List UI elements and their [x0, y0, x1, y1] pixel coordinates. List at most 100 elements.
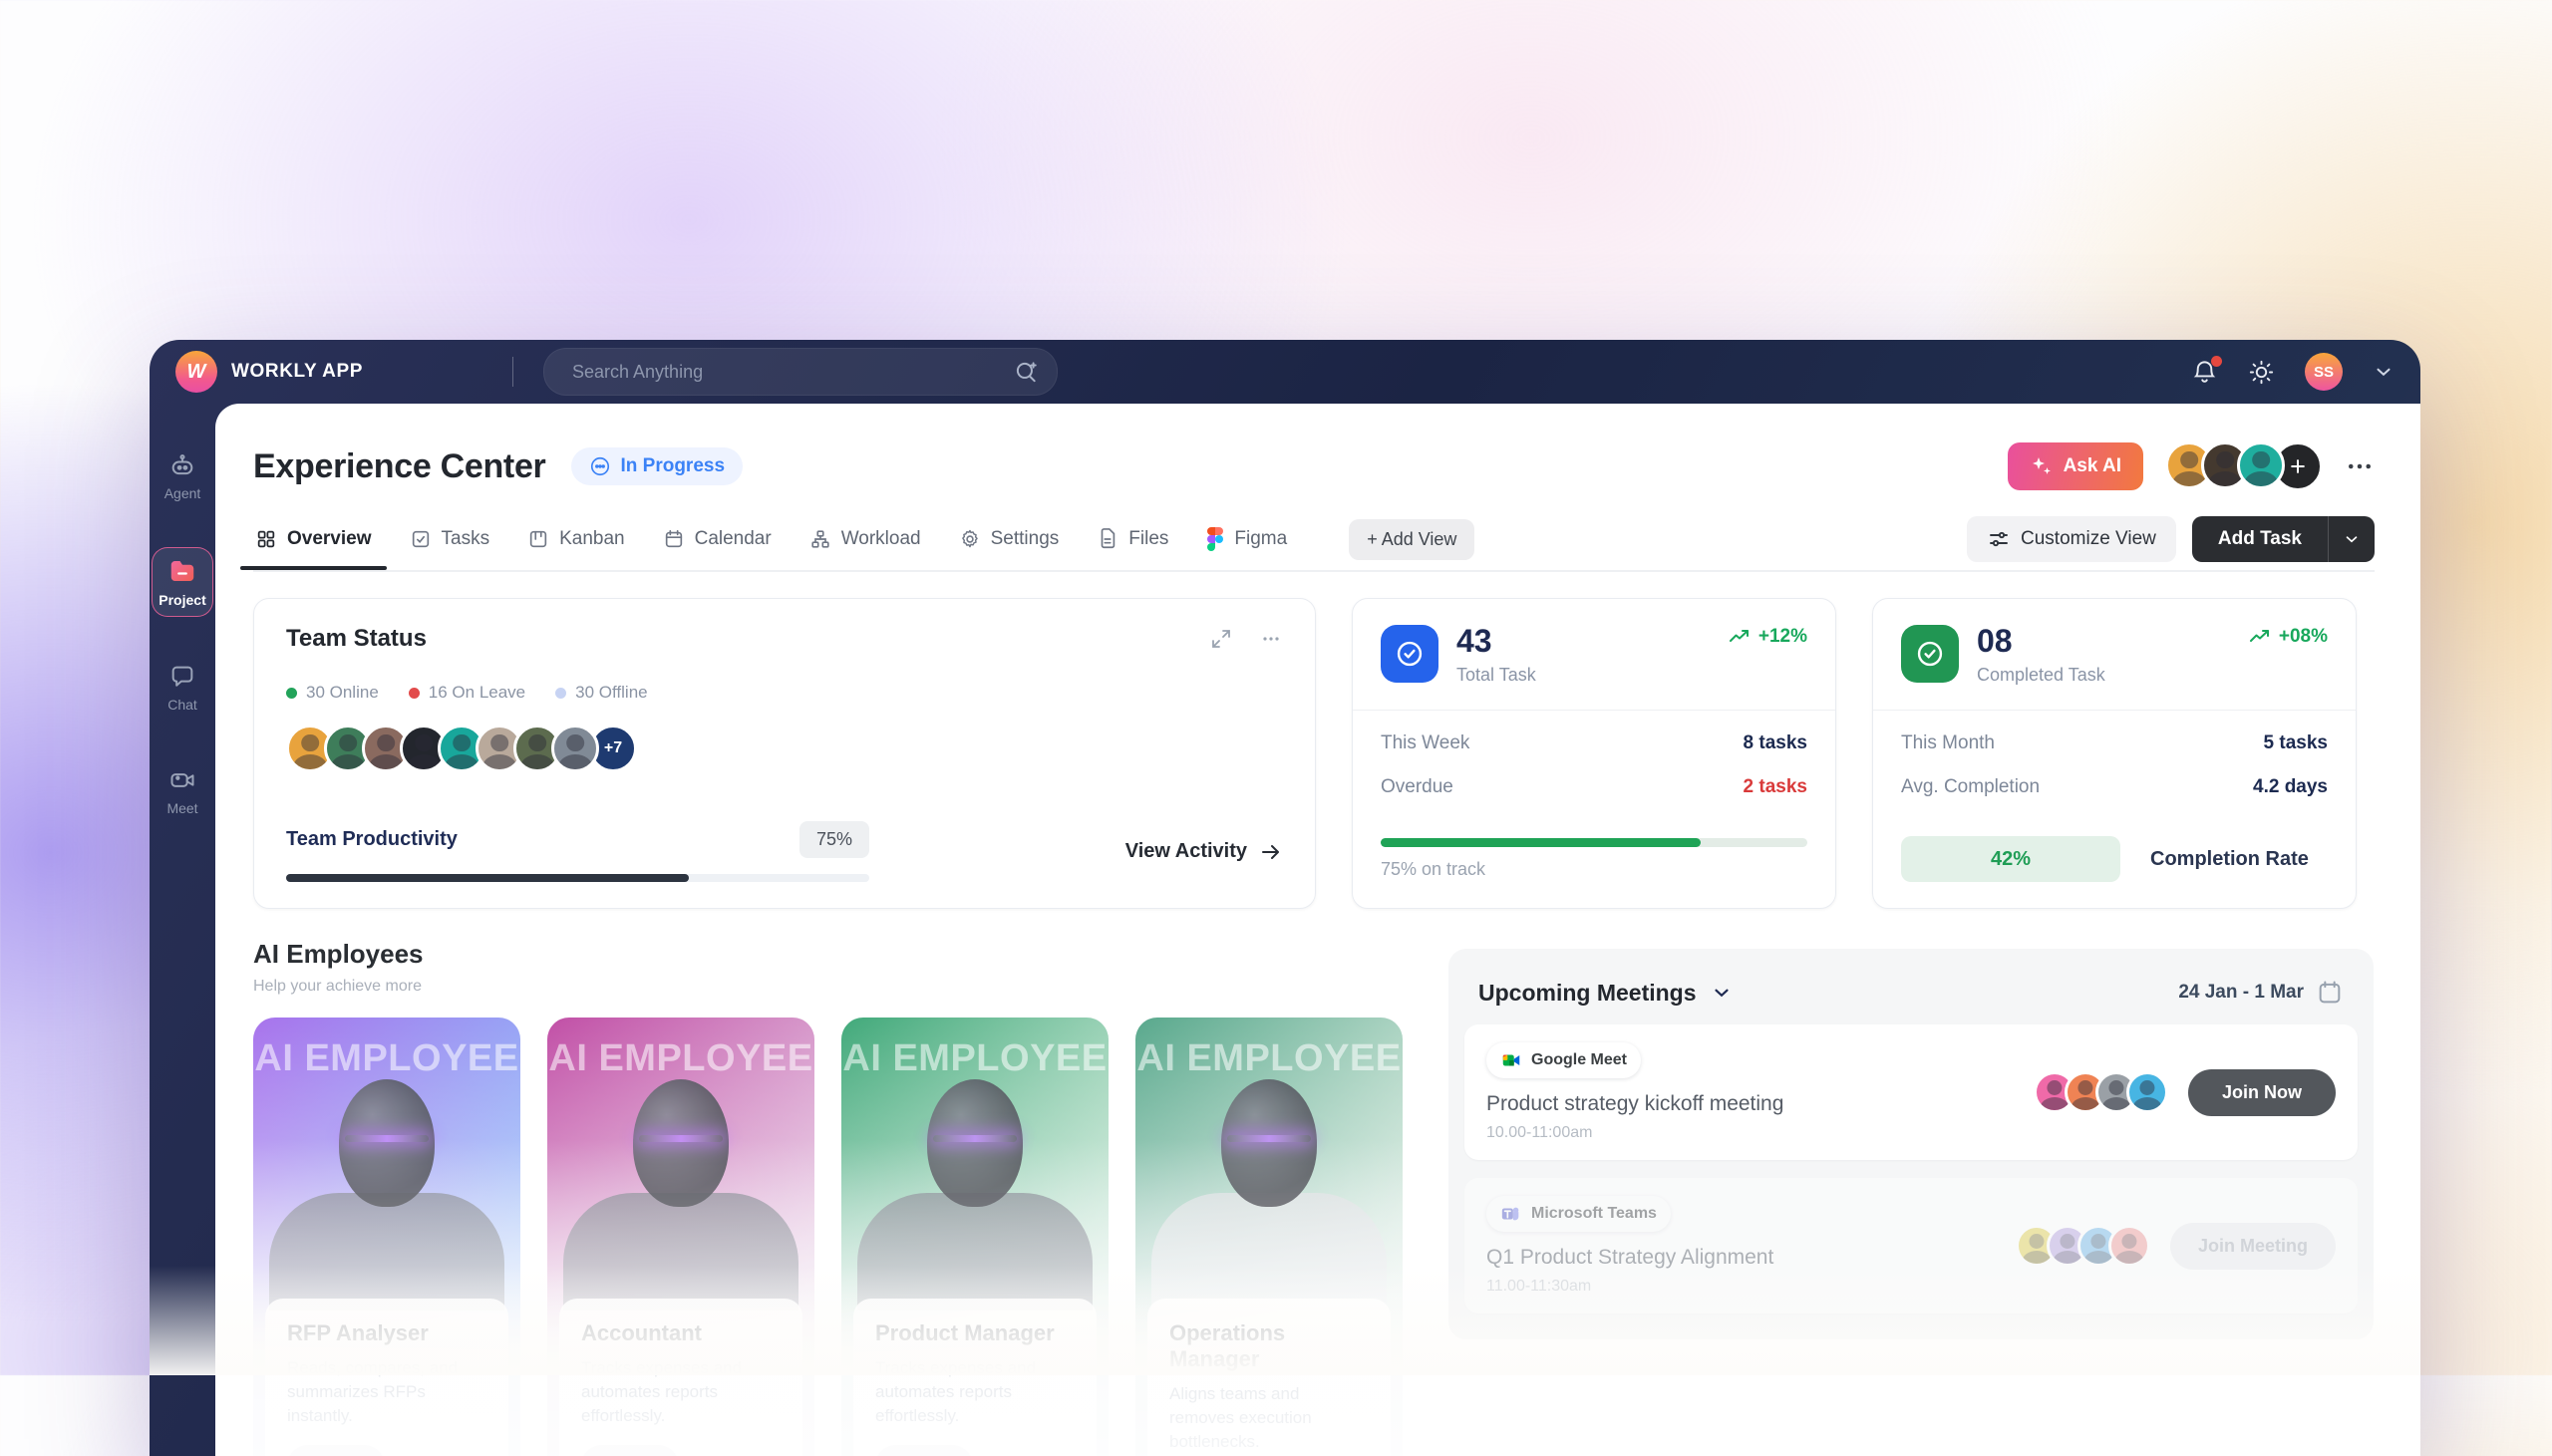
- notification-dot: [2211, 356, 2222, 367]
- meeting-card-microsoft-teams[interactable]: Microsoft Teams Q1 Product Strategy Alig…: [1464, 1178, 2358, 1313]
- tab-tasks[interactable]: Tasks: [408, 518, 492, 568]
- notifications-bell-icon[interactable]: [2191, 359, 2218, 386]
- completed-task-label: Completed Task: [1977, 665, 2105, 686]
- ai-robot-figure: [253, 1061, 520, 1310]
- user-avatar[interactable]: SS: [2305, 353, 2343, 391]
- sidebar-item-agent[interactable]: Agent: [153, 443, 212, 509]
- ai-employee-description: Aligns teams and removes execution bottl…: [1169, 1382, 1369, 1453]
- team-status-legend: 30 Online 16 On Leave 30 Offline: [286, 683, 1283, 703]
- header-actions: Ask AI: [2008, 441, 2375, 491]
- join-now-button[interactable]: Join Now: [2188, 1069, 2336, 1116]
- upcoming-meetings-title[interactable]: Upcoming Meetings: [1478, 980, 1733, 1007]
- avatar: [551, 725, 599, 772]
- sidebar-item-label: Chat: [167, 697, 197, 713]
- ai-employee-description: Tracks expenses and automates reports ef…: [875, 1356, 1075, 1427]
- on-track-progress-track: [1381, 838, 1807, 847]
- ai-employees-title: AI Employees: [253, 939, 1403, 970]
- tab-calendar[interactable]: Calendar: [661, 518, 774, 568]
- checkbox-icon: [410, 528, 432, 550]
- ai-card-info: Operations Manager Aligns teams and remo…: [1147, 1299, 1391, 1456]
- ai-card-info: Product Manager Tracks expenses and auto…: [853, 1299, 1097, 1456]
- search-icon[interactable]: [1013, 359, 1039, 385]
- ai-employee-card-product-manager[interactable]: AI EMPLOYEE Product Manager Tracks expen…: [841, 1018, 1109, 1456]
- tab-files[interactable]: Files: [1095, 518, 1170, 568]
- add-task-button[interactable]: Add Task: [2192, 516, 2375, 562]
- document-icon: [1097, 528, 1118, 550]
- meeting-attendee-avatars: [2016, 1225, 2150, 1267]
- search-bar[interactable]: [543, 348, 1058, 396]
- hire-button[interactable]: + Hire: [287, 1445, 385, 1456]
- tab-workload[interactable]: Workload: [807, 518, 923, 568]
- view-activity-label: View Activity: [1125, 840, 1247, 863]
- expand-icon[interactable]: [1209, 627, 1233, 651]
- ai-employee-description: Tracks expenses and automates reports ef…: [581, 1356, 781, 1427]
- app-window: W WORKLY APP SS: [150, 340, 2420, 1456]
- ai-employees-subtitle: Help your achieve more: [253, 978, 1403, 996]
- sidebar-item-project[interactable]: Project: [152, 547, 213, 617]
- tab-figma[interactable]: Figma: [1204, 517, 1289, 569]
- avatar: [2108, 1225, 2150, 1267]
- tab-label: Tasks: [442, 528, 490, 550]
- search-input[interactable]: [570, 361, 1013, 384]
- brand-name: WORKLY APP: [231, 361, 363, 383]
- sidebar-item-meet[interactable]: Meet: [153, 758, 212, 824]
- customize-view-label: Customize View: [2021, 528, 2156, 550]
- tab-settings[interactable]: Settings: [957, 518, 1062, 568]
- ai-employees-section: AI Employees Help your achieve more AI E…: [253, 939, 1403, 1456]
- arrow-right-icon: [1259, 840, 1283, 864]
- hire-button[interactable]: + Hire: [875, 1445, 973, 1456]
- productivity-progress-track: [286, 874, 869, 882]
- stats-row: Team Status 30 Online 16 On Leave 30 Off…: [253, 598, 2375, 909]
- theme-sun-icon[interactable]: [2248, 359, 2275, 386]
- ai-employee-card-accountant[interactable]: AI EMPLOYEE Accountant Tracks expenses a…: [547, 1018, 814, 1456]
- microsoft-teams-icon: [1500, 1203, 1522, 1225]
- ai-employee-cards: AI EMPLOYEE RFP Analyser Reads, compares…: [253, 1018, 1403, 1456]
- upcoming-meetings-panel: Upcoming Meetings 24 Jan - 1 Mar: [1448, 949, 2374, 1339]
- sidebar-item-chat[interactable]: Chat: [153, 655, 212, 721]
- stat-row: This Week 8 tasks: [1381, 732, 1807, 754]
- user-menu-chevron-icon[interactable]: [2373, 361, 2394, 383]
- meeting-card-google-meet[interactable]: Google Meet Product strategy kickoff mee…: [1464, 1024, 2358, 1160]
- completion-rate-badge: 42%: [1901, 836, 2120, 882]
- video-camera-icon: [168, 766, 196, 794]
- completed-task-icon: [1901, 625, 1959, 683]
- kanban-icon: [527, 528, 549, 550]
- toolbar-actions: Customize View Add Task: [1967, 516, 2375, 562]
- add-view-button[interactable]: + Add View: [1349, 519, 1474, 560]
- app-logo[interactable]: W: [175, 351, 217, 393]
- card-menu-icon[interactable]: [1259, 627, 1283, 651]
- meeting-title: Product strategy kickoff meeting: [1486, 1092, 1783, 1116]
- completed-task-trend: +08%: [2248, 625, 2328, 649]
- calendar-icon: [2316, 979, 2344, 1007]
- tab-label: Overview: [287, 528, 372, 550]
- add-task-dropdown[interactable]: [2328, 516, 2375, 562]
- sparkles-icon: [2030, 454, 2054, 478]
- add-task-label[interactable]: Add Task: [2192, 516, 2328, 562]
- page-title: Experience Center: [253, 447, 545, 486]
- grid-icon: [255, 528, 277, 550]
- ask-ai-button[interactable]: Ask AI: [2008, 442, 2143, 490]
- hire-button[interactable]: + Hire: [581, 1445, 679, 1456]
- view-activity-link[interactable]: View Activity: [1125, 840, 1283, 864]
- more-options-icon[interactable]: [2345, 451, 2375, 481]
- sliders-icon: [1987, 527, 2011, 551]
- sidebar: Agent Project Chat: [150, 404, 215, 1456]
- tab-label: Files: [1128, 528, 1168, 550]
- ai-robot-figure: [1135, 1061, 1403, 1310]
- tab-kanban[interactable]: Kanban: [525, 518, 627, 568]
- sidebar-item-label: Meet: [166, 800, 197, 816]
- total-task-value: 43: [1456, 625, 1536, 659]
- tab-overview[interactable]: Overview: [253, 518, 374, 568]
- ai-employee-card-operations-manager[interactable]: AI EMPLOYEE Operations Manager Aligns te…: [1135, 1018, 1403, 1456]
- status-badge[interactable]: In Progress: [571, 447, 743, 485]
- ai-employee-name: Accountant: [581, 1320, 781, 1346]
- project-member-avatars[interactable]: [2165, 441, 2323, 491]
- tab-label: Workload: [841, 528, 921, 550]
- ai-employee-name: Operations Manager: [1169, 1320, 1369, 1372]
- customize-view-button[interactable]: Customize View: [1967, 516, 2176, 562]
- team-member-avatars[interactable]: +7: [286, 725, 1283, 772]
- ai-employee-card-rfp-analyser[interactable]: AI EMPLOYEE RFP Analyser Reads, compares…: [253, 1018, 520, 1456]
- meetings-date-range[interactable]: 24 Jan - 1 Mar: [2178, 979, 2344, 1007]
- folder-icon: [167, 556, 197, 586]
- join-meeting-button[interactable]: Join Meeting: [2170, 1223, 2336, 1270]
